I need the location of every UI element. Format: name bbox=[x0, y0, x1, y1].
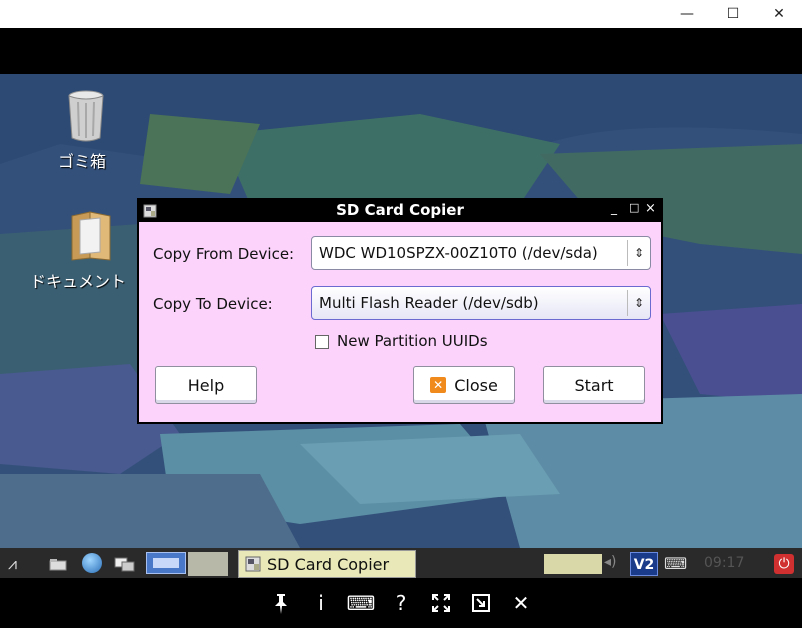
scale-icon[interactable] bbox=[468, 590, 494, 616]
documents-folder-icon[interactable] bbox=[70, 208, 114, 262]
close-button[interactable]: ✕ Close bbox=[413, 366, 515, 404]
taskbar-task-sd-card-copier[interactable]: SD Card Copier bbox=[238, 550, 416, 578]
new-uuids-label: New Partition UUIDs bbox=[337, 332, 488, 350]
help-button[interactable]: Help bbox=[155, 366, 257, 404]
vnc-icon[interactable]: V2 bbox=[630, 552, 658, 576]
copy-from-value: WDC WD10SPZX-00Z10T0 (/dev/sda) bbox=[319, 244, 598, 262]
taskbar: ⩘ SD Card Copier ◂) V2 ⌨ 09:17 ⏻ bbox=[0, 548, 802, 578]
copy-from-select[interactable]: WDC WD10SPZX-00Z10T0 (/dev/sda) ⇕ bbox=[311, 236, 651, 270]
volume-icon[interactable]: ◂) bbox=[604, 554, 626, 574]
minimize-icon[interactable]: — bbox=[664, 0, 710, 28]
maximize-icon[interactable]: ☐ bbox=[710, 0, 756, 28]
menu-icon[interactable]: ⩘ bbox=[8, 554, 34, 573]
copy-from-label: Copy From Device: bbox=[153, 245, 295, 263]
copy-to-value: Multi Flash Reader (/dev/sdb) bbox=[319, 294, 539, 312]
dialog-title: SD Card Copier bbox=[336, 201, 464, 219]
keyboard-layout-icon[interactable]: ⌨ bbox=[664, 554, 688, 574]
clock: 09:17 bbox=[704, 555, 745, 571]
pin-icon[interactable] bbox=[268, 590, 294, 616]
app-icon bbox=[143, 203, 157, 218]
start-button-label: Start bbox=[574, 375, 614, 395]
app-icon bbox=[245, 556, 261, 572]
dialog-maximize-icon[interactable]: □ bbox=[629, 201, 643, 219]
browser-icon[interactable] bbox=[82, 553, 102, 573]
copy-to-select[interactable]: Multi Flash Reader (/dev/sdb) ⇕ bbox=[311, 286, 651, 320]
help-icon[interactable]: ? bbox=[388, 590, 414, 616]
start-button[interactable]: Start bbox=[543, 366, 645, 404]
fullscreen-icon[interactable] bbox=[428, 590, 454, 616]
cpu-monitor bbox=[544, 554, 602, 574]
chevron-updown-icon: ⇕ bbox=[627, 240, 650, 266]
close-x-icon: ✕ bbox=[430, 377, 447, 393]
workspace-1[interactable] bbox=[146, 552, 186, 574]
remote-top-bar bbox=[0, 28, 802, 74]
copy-to-label: Copy To Device: bbox=[153, 295, 273, 313]
dialog-titlebar[interactable]: SD Card Copier bbox=[137, 198, 663, 222]
new-uuids-checkbox[interactable] bbox=[315, 335, 329, 349]
file-manager-icon[interactable] bbox=[48, 556, 70, 571]
task-label: SD Card Copier bbox=[267, 554, 390, 574]
close-icon[interactable]: ✕ bbox=[756, 0, 802, 28]
info-icon[interactable]: i bbox=[308, 590, 334, 616]
disconnect-icon[interactable]: ✕ bbox=[508, 590, 534, 616]
trash-label: ゴミ箱 bbox=[58, 152, 107, 171]
dialog-close-icon[interactable]: × bbox=[645, 201, 659, 219]
power-icon[interactable]: ⏻ bbox=[774, 554, 794, 574]
windows-icon[interactable] bbox=[114, 556, 136, 572]
help-button-label: Help bbox=[187, 375, 225, 395]
keyboard-icon[interactable]: ⌨ bbox=[347, 590, 376, 616]
trash-icon[interactable] bbox=[66, 90, 106, 142]
sd-card-copier-dialog: SD Card Copier _ □ × Copy From Device: W… bbox=[137, 198, 663, 424]
close-button-label: Close bbox=[454, 375, 498, 395]
chevron-updown-icon: ⇕ bbox=[627, 290, 650, 316]
workspace-2[interactable] bbox=[188, 552, 228, 576]
dialog-body: Copy From Device: WDC WD10SPZX-00Z10T0 (… bbox=[139, 222, 661, 422]
dialog-minimize-icon[interactable]: _ bbox=[611, 201, 625, 219]
documents-label: ドキュメント bbox=[30, 272, 127, 291]
